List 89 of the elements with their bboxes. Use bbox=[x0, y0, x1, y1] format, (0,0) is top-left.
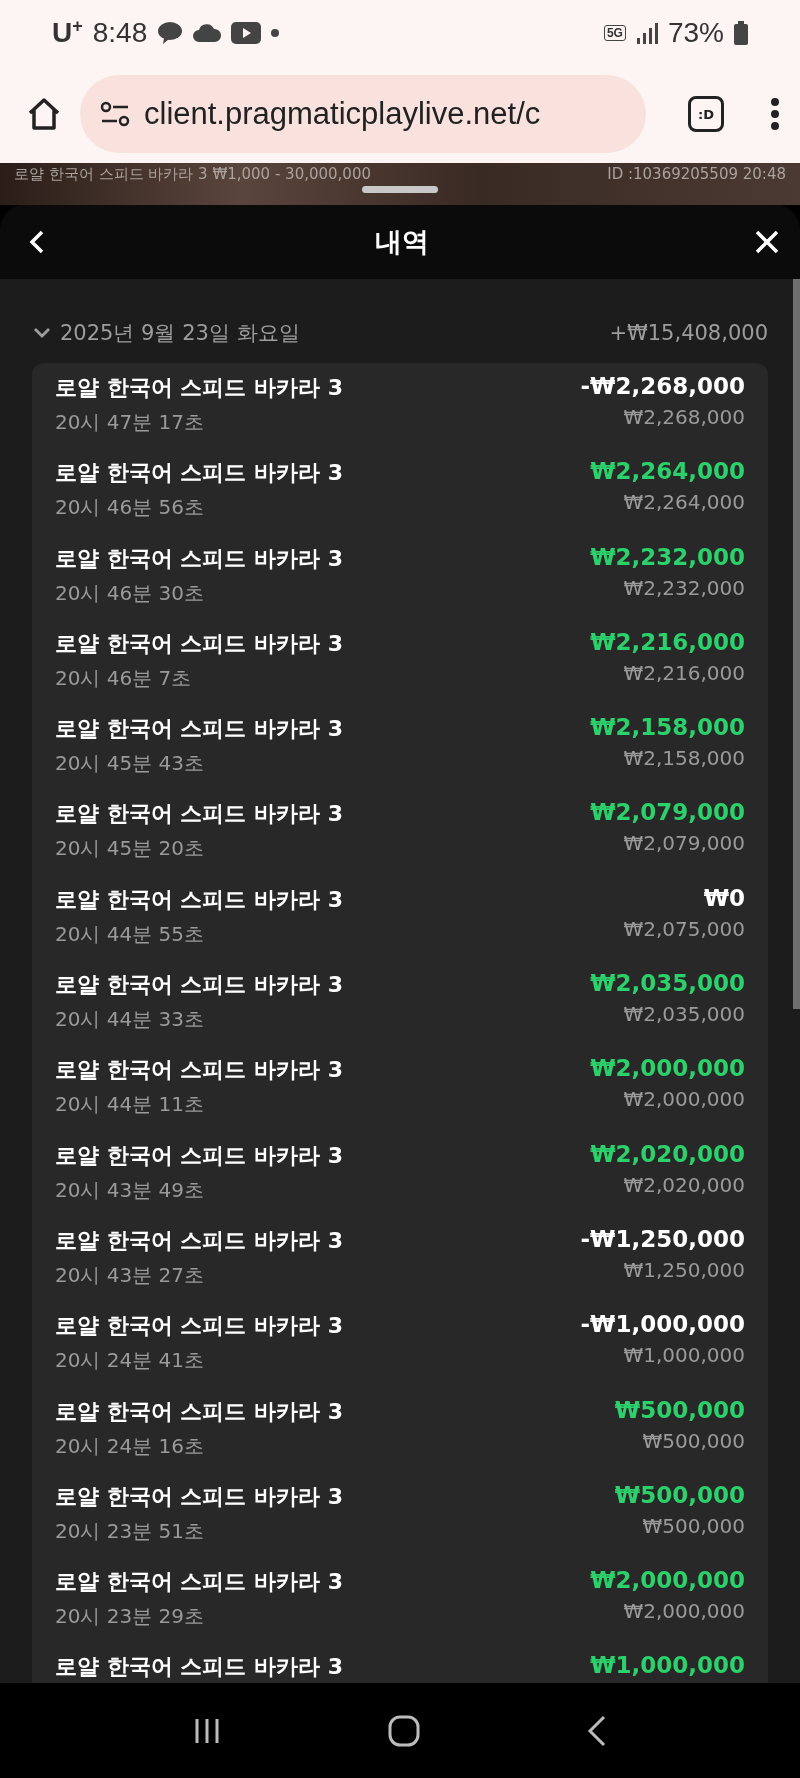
stake-amount: ₩2,264,000 bbox=[623, 490, 745, 515]
game-name: 로얄 한국어 스피드 바카라 3 bbox=[55, 1141, 343, 1170]
stake-amount: ₩500,000 bbox=[642, 1428, 745, 1453]
game-name: 로얄 한국어 스피드 바카라 3 bbox=[55, 1397, 343, 1426]
stake-amount: ₩2,000,000 bbox=[623, 1599, 745, 1624]
stake-amount: ₩500,000 bbox=[642, 1513, 745, 1538]
stake-amount: ₩1,000,000 bbox=[623, 1343, 745, 1368]
result-amount: ₩2,216,000 bbox=[590, 628, 745, 655]
game-name: 로얄 한국어 스피드 바카라 3 bbox=[55, 1312, 343, 1341]
chat-bubble-icon bbox=[157, 20, 184, 45]
result-amount: ₩2,264,000 bbox=[590, 458, 745, 485]
bet-time: 20시 46분 7초 bbox=[55, 664, 192, 692]
table-limits-text: 로얄 한국어 스피드 바카라 3 ₩1,000 - 30,000,000 bbox=[14, 165, 371, 184]
url-text: client.pragmaticplaylive.net/c bbox=[144, 96, 541, 132]
game-name: 로얄 한국어 스피드 바카라 3 bbox=[55, 1653, 343, 1682]
game-name: 로얄 한국어 스피드 바카라 3 bbox=[55, 459, 343, 488]
game-name: 로얄 한국어 스피드 바카라 3 bbox=[55, 629, 343, 658]
dot-icon bbox=[271, 28, 280, 37]
scrollbar[interactable] bbox=[793, 279, 800, 1009]
result-amount: ₩2,232,000 bbox=[590, 543, 745, 570]
bet-time: 20시 24분 41초 bbox=[55, 1347, 205, 1375]
stake-amount: ₩2,216,000 bbox=[623, 660, 745, 685]
result-amount: -₩2,268,000 bbox=[580, 373, 745, 399]
clock: 8:48 bbox=[92, 16, 148, 49]
day-total: +₩15,408,000 bbox=[609, 321, 768, 345]
bet-time: 20시 43분 49초 bbox=[55, 1176, 205, 1204]
game-name: 로얄 한국어 스피드 바카라 3 bbox=[55, 715, 343, 744]
network-badge: 5G bbox=[603, 24, 626, 41]
video-play-icon bbox=[231, 21, 262, 44]
result-amount: ₩500,000 bbox=[614, 1396, 745, 1423]
site-settings-icon[interactable] bbox=[100, 101, 130, 127]
stake-amount: ₩2,232,000 bbox=[623, 575, 745, 600]
stake-amount: ₩2,158,000 bbox=[623, 746, 745, 771]
stake-amount: ₩1,250,000 bbox=[623, 1257, 745, 1282]
stake-amount: ₩2,268,000 bbox=[623, 405, 745, 429]
bet-time: 20시 43분 27초 bbox=[55, 1261, 205, 1289]
drag-handle[interactable] bbox=[362, 186, 438, 193]
game-name: 로얄 한국어 스피드 바카라 3 bbox=[55, 800, 343, 829]
stake-amount: ₩2,035,000 bbox=[623, 1002, 745, 1027]
game-name: 로얄 한국어 스피드 바카라 3 bbox=[55, 374, 343, 402]
game-name: 로얄 한국어 스피드 바카라 3 bbox=[55, 1056, 343, 1085]
result-amount: ₩500,000 bbox=[614, 1481, 745, 1508]
bet-time: 20시 44분 11초 bbox=[55, 1091, 205, 1119]
game-name: 로얄 한국어 스피드 바카라 3 bbox=[55, 1226, 343, 1255]
bet-time: 20시 23분 51초 bbox=[55, 1517, 205, 1545]
result-amount: ₩2,000,000 bbox=[590, 1567, 745, 1594]
home-icon[interactable] bbox=[26, 96, 62, 132]
result-amount: ₩2,158,000 bbox=[590, 714, 745, 741]
bet-time: 20시 44분 33초 bbox=[55, 1006, 205, 1034]
sheet-title: 내역 bbox=[375, 224, 429, 259]
chevron-icon bbox=[32, 326, 52, 340]
bet-time: 20시 46분 30초 bbox=[55, 579, 205, 607]
signal-icon bbox=[635, 21, 658, 44]
battery-icon bbox=[734, 20, 748, 45]
address-bar[interactable]: client.pragmaticplaylive.net/c bbox=[80, 75, 646, 153]
stake-amount: ₩2,000,000 bbox=[623, 1087, 745, 1112]
game-name: 로얄 한국어 스피드 바카라 3 bbox=[55, 885, 343, 914]
game-name: 로얄 한국어 스피드 바카라 3 bbox=[55, 971, 343, 1000]
bet-time: 20시 46분 56초 bbox=[55, 494, 205, 522]
game-name: 로얄 한국어 스피드 바카라 3 bbox=[55, 1482, 343, 1511]
bet-time: 20시 45분 43초 bbox=[55, 750, 205, 778]
result-amount: ₩1,000,000 bbox=[590, 1652, 745, 1679]
result-amount: ₩2,020,000 bbox=[590, 1140, 745, 1167]
stake-amount: ₩2,020,000 bbox=[623, 1172, 745, 1197]
result-amount: ₩0 bbox=[703, 884, 745, 911]
result-amount: -₩1,000,000 bbox=[580, 1311, 745, 1338]
bet-time: 20시 24분 16초 bbox=[55, 1432, 205, 1460]
bet-time: 20시 23분 29초 bbox=[55, 1603, 205, 1631]
battery-percentage: 73% bbox=[667, 16, 724, 49]
menu-icon[interactable] bbox=[770, 97, 780, 131]
tab-switcher-button[interactable]: :D bbox=[688, 96, 724, 132]
bet-time: 20시 47분 17초 bbox=[55, 409, 205, 436]
game-name: 로얄 한국어 스피드 바카라 3 bbox=[55, 544, 343, 573]
carrier-label: U$^{+}$ bbox=[52, 15, 83, 50]
stake-amount: ₩2,075,000 bbox=[623, 916, 745, 941]
back-nav-button[interactable] bbox=[585, 1713, 608, 1748]
result-amount: ₩2,035,000 bbox=[590, 970, 745, 997]
date-group-toggle[interactable]: 2025년 9월 23일 화요일 bbox=[32, 319, 300, 347]
result-amount: -₩1,250,000 bbox=[580, 1225, 745, 1252]
session-id-text: ID :10369205509 20:48 bbox=[607, 165, 786, 183]
game-name: 로얄 한국어 스피드 바카라 3 bbox=[55, 1568, 343, 1597]
bet-time: 20시 45분 20초 bbox=[55, 835, 205, 863]
result-amount: ₩2,000,000 bbox=[590, 1055, 745, 1082]
cloud-icon bbox=[193, 23, 222, 42]
stake-amount: ₩2,079,000 bbox=[623, 831, 745, 856]
bet-time: 20시 44분 55초 bbox=[55, 920, 205, 948]
result-amount: ₩2,079,000 bbox=[590, 799, 745, 826]
home-button[interactable] bbox=[387, 1713, 421, 1748]
close-icon bbox=[754, 228, 780, 255]
